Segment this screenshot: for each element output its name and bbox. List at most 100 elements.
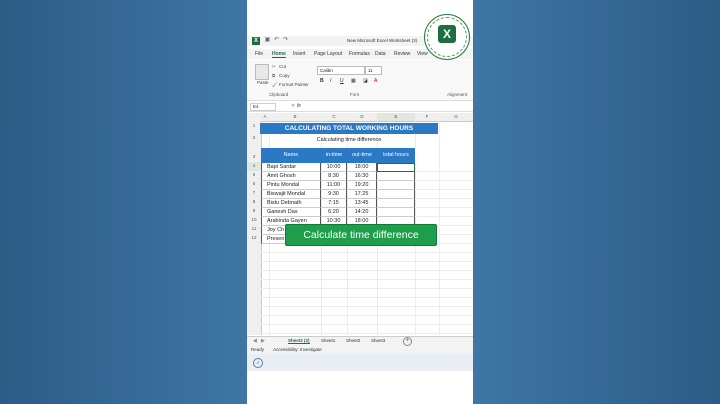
header-in-time-cell[interactable]: in-time bbox=[321, 148, 348, 163]
italic-button[interactable]: I bbox=[330, 78, 331, 84]
underline-button[interactable]: U bbox=[340, 78, 344, 84]
column-header-c[interactable]: C bbox=[321, 113, 348, 122]
formula-bar: E4 ✕ ✓ fx bbox=[247, 102, 473, 112]
tab-file[interactable]: File bbox=[255, 51, 263, 57]
total-hours-cell[interactable] bbox=[377, 172, 415, 181]
out-time-cell[interactable]: 17:25 bbox=[347, 190, 377, 199]
sheet-next-icon[interactable]: ▶ bbox=[261, 338, 265, 344]
in-time-cell[interactable]: 7:15 bbox=[321, 199, 347, 208]
background-right bbox=[473, 0, 720, 404]
active-cell-e4[interactable] bbox=[377, 163, 415, 172]
redo-icon[interactable]: ↷ bbox=[282, 37, 289, 44]
tab-insert[interactable]: Insert bbox=[293, 51, 306, 57]
window-title: New Microsoft Excel Worksheet (3) bbox=[347, 38, 418, 43]
channel-logo: X bbox=[424, 14, 470, 60]
gridline-horizontal bbox=[261, 324, 473, 325]
total-hours-cell[interactable] bbox=[377, 208, 415, 217]
font-group-label: Font bbox=[350, 92, 360, 97]
out-time-cell[interactable]: 14:20 bbox=[347, 208, 377, 217]
font-name-select[interactable]: Calibri bbox=[317, 66, 365, 75]
in-time-cell[interactable]: 11:00 bbox=[321, 181, 347, 190]
fill-color-icon[interactable]: ◪ bbox=[363, 78, 368, 84]
out-time-cell[interactable]: 19:20 bbox=[347, 181, 377, 190]
sheet-tab[interactable]: Sheet2 bbox=[346, 338, 360, 343]
row-header-rest bbox=[247, 243, 262, 335]
spreadsheet-grid[interactable]: A B C D E F G 1 2 3 4 5 6 7 8 9 10 11 12… bbox=[247, 113, 473, 335]
gridline-horizontal bbox=[261, 270, 473, 271]
sheet-tab[interactable]: Sheet3 bbox=[371, 338, 385, 343]
column-header-d[interactable]: D bbox=[347, 113, 378, 122]
row-header[interactable]: 3 bbox=[247, 144, 262, 163]
background-left bbox=[0, 0, 247, 404]
gridline-horizontal bbox=[261, 315, 473, 316]
copy-button[interactable]: ⧉ Copy bbox=[272, 73, 290, 78]
gridline-horizontal bbox=[261, 288, 473, 289]
column-header-g[interactable]: G bbox=[439, 113, 473, 122]
accessibility-status[interactable]: Accessibility: Investigate bbox=[273, 347, 322, 352]
in-time-cell[interactable]: 8:30 bbox=[321, 172, 347, 181]
tab-page-layout[interactable]: Page Layout bbox=[314, 51, 342, 57]
name-cell[interactable]: Bistu Debnath bbox=[261, 199, 321, 208]
status-ready: Ready bbox=[251, 347, 265, 352]
name-box[interactable]: E4 bbox=[250, 103, 276, 111]
name-cell[interactable]: Bapi Sardar bbox=[261, 163, 321, 172]
header-total-hours-cell[interactable]: total hours bbox=[377, 148, 416, 163]
total-hours-cell[interactable] bbox=[377, 181, 415, 190]
sheet-prev-icon[interactable]: ◀ bbox=[253, 338, 257, 344]
gridline-horizontal bbox=[261, 261, 473, 262]
header-out-time-cell[interactable]: out-time bbox=[347, 148, 378, 163]
header-name-cell[interactable]: Name bbox=[261, 148, 322, 163]
excel-window: X ▣ ↶ ↷ New Microsoft Excel Worksheet (3… bbox=[247, 0, 473, 404]
taskbar: ⌕ bbox=[247, 354, 473, 371]
tab-formulas[interactable]: Formulas bbox=[349, 51, 370, 57]
sheet-tab-active[interactable]: Sheet2 (2) bbox=[288, 338, 310, 344]
column-header-f[interactable]: F bbox=[415, 113, 440, 122]
name-cell[interactable]: Pintu Mondal bbox=[261, 181, 321, 190]
name-cell[interactable]: Amit Ghosh bbox=[261, 172, 321, 181]
total-hours-cell[interactable] bbox=[377, 199, 415, 208]
sheet-tab-bar: ◀ ▶ Sheet2 (2) Sheet1 Sheet2 Sheet3 + bbox=[247, 336, 473, 346]
undo-icon[interactable]: ↶ bbox=[273, 37, 280, 44]
format-painter-button[interactable]: 🖌Format Painter bbox=[272, 82, 309, 87]
gridline-horizontal bbox=[261, 252, 473, 253]
status-bar: Ready Accessibility: Investigate bbox=[247, 346, 473, 354]
in-time-cell[interactable]: 9:30 bbox=[321, 190, 347, 199]
gridline-horizontal bbox=[261, 333, 473, 334]
out-time-cell[interactable]: 13:45 bbox=[347, 199, 377, 208]
excel-app-icon: X bbox=[252, 37, 260, 45]
gridline-horizontal bbox=[261, 306, 473, 307]
name-cell[interactable]: Biswajit Mondal bbox=[261, 190, 321, 199]
paste-icon[interactable] bbox=[255, 64, 269, 80]
cut-button[interactable]: ✂ Cut bbox=[272, 64, 286, 69]
in-time-cell[interactable]: 6:20 bbox=[321, 208, 347, 217]
out-time-cell[interactable]: 18:00 bbox=[347, 163, 377, 172]
column-header-e[interactable]: E bbox=[377, 113, 416, 122]
bold-button[interactable]: B bbox=[320, 78, 324, 84]
save-icon[interactable]: ▣ bbox=[264, 37, 271, 44]
tab-review[interactable]: Review bbox=[394, 51, 410, 57]
search-icon[interactable]: ⌕ bbox=[253, 358, 263, 368]
borders-icon[interactable]: ▦ bbox=[351, 78, 356, 84]
font-size-select[interactable]: 11 bbox=[365, 66, 382, 75]
tab-data[interactable]: Data bbox=[375, 51, 386, 57]
out-time-cell[interactable]: 16:30 bbox=[347, 172, 377, 181]
brush-icon: 🖌 bbox=[272, 82, 278, 87]
gridline-horizontal bbox=[261, 297, 473, 298]
add-sheet-button[interactable]: + bbox=[403, 337, 412, 346]
font-color-icon[interactable]: A bbox=[374, 78, 377, 84]
tab-home[interactable]: Home bbox=[272, 51, 286, 58]
sheet-title-cell[interactable]: CALCULATING TOTAL WORKING HOURS bbox=[260, 123, 438, 134]
tab-view[interactable]: View bbox=[417, 51, 428, 57]
scissors-icon: ✂ bbox=[272, 64, 276, 69]
clipboard-group-label: Clipboard bbox=[269, 92, 289, 97]
column-header-b[interactable]: B bbox=[269, 113, 322, 122]
in-time-cell[interactable]: 10:00 bbox=[321, 163, 347, 172]
caption-overlay: Calculate time difference bbox=[285, 224, 437, 246]
total-hours-cell[interactable] bbox=[377, 190, 415, 199]
gridline-horizontal bbox=[261, 279, 473, 280]
ribbon-home: Paste ✂ Cut ⧉ Copy 🖌Format Painter Clipboa… bbox=[247, 60, 473, 101]
name-cell[interactable]: Ganesh Das bbox=[261, 208, 321, 217]
sheet-tab[interactable]: Sheet1 bbox=[321, 338, 335, 343]
fx-icon[interactable]: fx bbox=[297, 103, 301, 109]
subtitle-cell[interactable]: Calculating time difference bbox=[260, 136, 438, 145]
